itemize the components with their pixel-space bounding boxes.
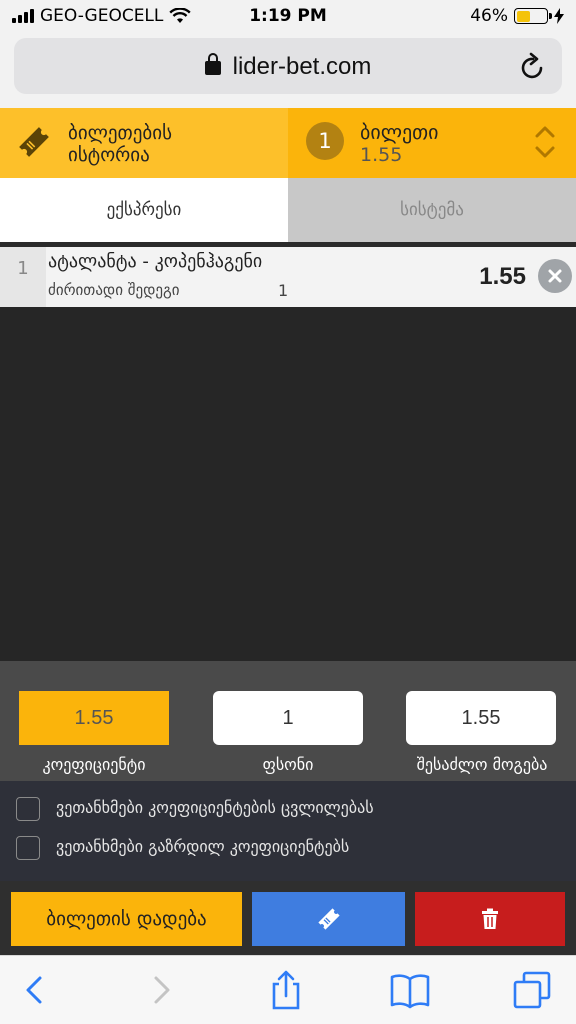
slip-count-badge: 1 bbox=[306, 122, 344, 160]
action-bar: ბილეთის დადება bbox=[0, 881, 576, 955]
place-bet-button[interactable]: ბილეთის დადება bbox=[11, 892, 242, 946]
accept-changes-label[interactable]: ვეთანხმები კოეფიციენტების ცვლილებას bbox=[56, 798, 374, 817]
history-label-line2: ისტორია bbox=[68, 144, 150, 166]
battery-percent: 46% bbox=[470, 6, 508, 26]
tab-system[interactable]: სისტემა bbox=[288, 178, 576, 242]
share-ticket-button[interactable] bbox=[252, 892, 405, 946]
trash-icon bbox=[482, 908, 498, 929]
stake-label: ფსონი bbox=[262, 755, 314, 774]
address-bar[interactable]: lider-bet.com bbox=[14, 38, 562, 94]
share-icon[interactable] bbox=[266, 970, 306, 1010]
slip-title: ბილეთი bbox=[360, 120, 439, 144]
possible-win-label: შესაძლო მოგება bbox=[416, 755, 548, 774]
accept-increase-checkbox[interactable] bbox=[16, 836, 40, 860]
delete-ticket-button[interactable] bbox=[415, 892, 565, 946]
charging-icon bbox=[554, 8, 564, 24]
browser-address-area: lider-bet.com bbox=[0, 34, 576, 108]
reload-icon[interactable] bbox=[520, 52, 546, 80]
coefficient-label: კოეფიციენტი bbox=[42, 755, 146, 774]
history-label-line1: ბილეთების bbox=[68, 122, 172, 144]
ticket-icon bbox=[317, 908, 340, 930]
tab-express[interactable]: ექსპრესი bbox=[0, 178, 288, 242]
battery-icon bbox=[514, 8, 552, 24]
bet-type-tabs: ექსპრესი სისტემა bbox=[0, 178, 576, 242]
ticket-history-button[interactable]: ბილეთების ისტორია bbox=[0, 108, 288, 178]
possible-win-field: 1.55 bbox=[406, 691, 556, 745]
url-text: lider-bet.com bbox=[232, 53, 372, 80]
bet-match: ატალანტა - კოპენჰაგენი bbox=[48, 251, 263, 272]
bookmarks-icon[interactable] bbox=[390, 970, 430, 1010]
forward-icon[interactable] bbox=[142, 970, 182, 1010]
tabs-icon[interactable] bbox=[512, 970, 552, 1010]
browser-toolbar bbox=[0, 955, 576, 1024]
slip-total-odds: 1.55 bbox=[360, 144, 403, 166]
bet-odds: 1.55 bbox=[479, 263, 526, 290]
ticket-icon bbox=[19, 127, 49, 157]
remove-bet-button[interactable] bbox=[538, 259, 572, 293]
empty-area bbox=[0, 307, 576, 661]
odds-options: ვეთანხმები კოეფიციენტების ცვლილებას ვეთა… bbox=[0, 781, 576, 881]
betslip-toggle[interactable]: 1 ბილეთი 1.55 bbox=[288, 108, 576, 178]
bet-index: 1 bbox=[0, 247, 46, 307]
coefficient-field: 1.55 bbox=[19, 691, 169, 745]
chevron-up-down-icon[interactable] bbox=[534, 124, 556, 160]
back-icon[interactable] bbox=[14, 970, 54, 1010]
battery-info: 46% bbox=[470, 6, 564, 26]
bet-outcome: 1 bbox=[278, 281, 289, 300]
bet-row: 1 ატალანტა - კოპენჰაგენი ძირითადი შედეგი… bbox=[0, 247, 576, 307]
betslip-header: ბილეთების ისტორია 1 ბილეთი 1.55 bbox=[0, 108, 576, 178]
stake-input[interactable]: 1 bbox=[213, 691, 363, 745]
accept-increase-label[interactable]: ვეთანხმები გაზრდილ კოეფიციენტებს bbox=[56, 837, 349, 856]
accept-changes-checkbox[interactable] bbox=[16, 797, 40, 821]
lock-icon bbox=[204, 53, 221, 75]
status-bar: GEO-GEOCELL 1:19 PM 46% bbox=[0, 0, 576, 34]
close-icon bbox=[548, 269, 562, 283]
bet-market: ძირითადი შედეგი bbox=[48, 281, 180, 299]
stake-panel: 1.55 1 1.55 კოეფიციენტი ფსონი შესაძლო მო… bbox=[0, 661, 576, 781]
